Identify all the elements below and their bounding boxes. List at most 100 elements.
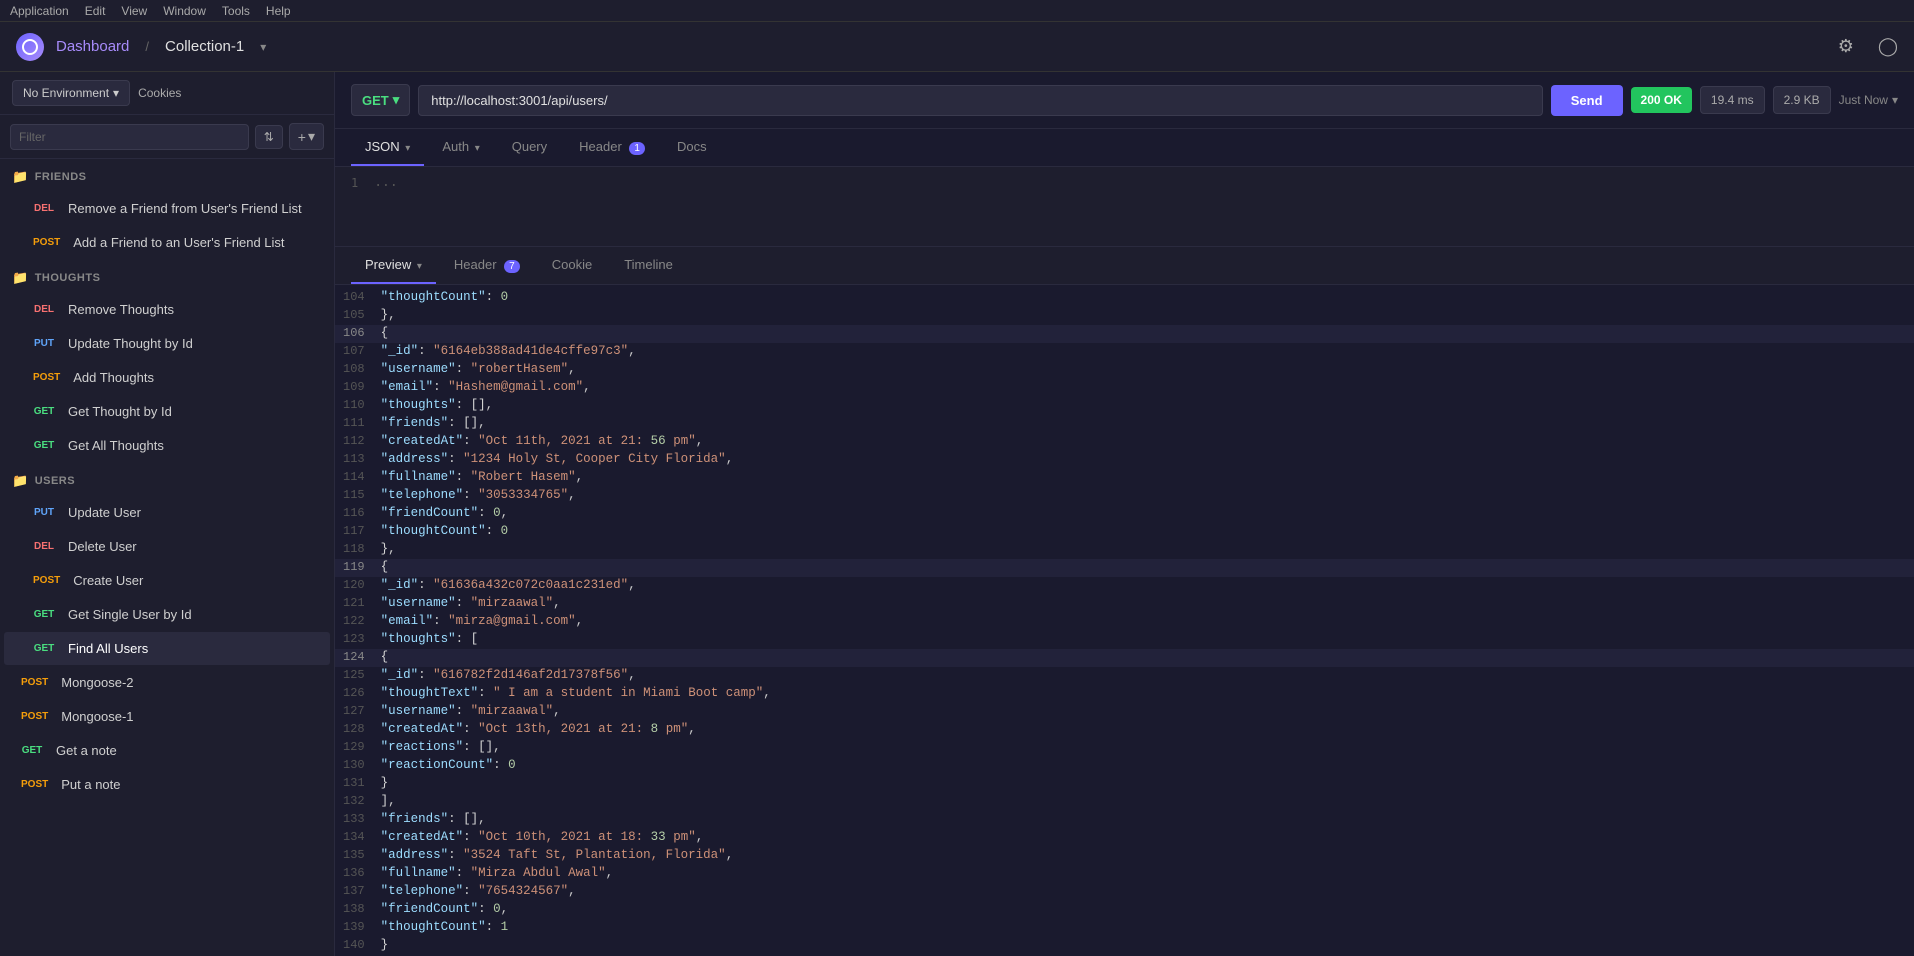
sidebar-item-get-single-user[interactable]: GET Get Single User by Id (4, 598, 330, 631)
code-content: "email": "Hashem@gmail.com", (381, 380, 591, 394)
sidebar-group-thoughts[interactable]: 📁 THOUGHTS (0, 260, 334, 292)
code-line: 137 "telephone": "7654324567", (335, 883, 1914, 901)
code-content: "createdAt": "Oct 13th, 2021 at 21: 8 pm… (381, 722, 696, 736)
tab-timeline[interactable]: Timeline (610, 247, 687, 284)
breadcrumb-dashboard[interactable]: Dashboard (56, 38, 129, 55)
sidebar-item-mongoose-1[interactable]: POST Mongoose-1 (4, 700, 330, 733)
tab-query[interactable]: Query (498, 129, 561, 166)
tab-header[interactable]: Header 1 (565, 129, 659, 166)
url-input[interactable] (418, 85, 1542, 116)
code-content: } (381, 938, 389, 952)
tab-preview[interactable]: Preview ▾ (351, 247, 436, 284)
code-content: { (381, 560, 389, 574)
sidebar-item-update-user[interactable]: PUT Update User (4, 496, 330, 529)
code-content: "friends": [], (381, 416, 486, 430)
method-badge-del: DEL (28, 302, 60, 317)
line-number: 127 (343, 704, 381, 718)
line-number: 129 (343, 740, 381, 754)
sidebar-item-get-thought-by-id[interactable]: GET Get Thought by Id (4, 395, 330, 428)
tab-docs[interactable]: Docs (663, 129, 721, 166)
sidebar-item-delete-user[interactable]: DEL Delete User (4, 530, 330, 563)
method-badge-get: GET (28, 438, 60, 453)
tab-auth[interactable]: Auth ▾ (428, 129, 493, 166)
sidebar-group-users[interactable]: 📁 USERS (0, 463, 334, 495)
code-content: "createdAt": "Oct 10th, 2021 at 18: 33 p… (381, 830, 704, 844)
line-number: 105 (343, 308, 381, 322)
code-content: "fullname": "Mirza Abdul Awal", (381, 866, 614, 880)
cookies-button[interactable]: Cookies (138, 86, 181, 100)
menu-tools[interactable]: Tools (222, 4, 250, 18)
app-logo-inner (22, 39, 38, 55)
code-content: "telephone": "7654324567", (381, 884, 576, 898)
settings-icon[interactable]: ⚙ (1838, 36, 1854, 57)
breadcrumb-separator: / (145, 39, 149, 54)
sidebar: No Environment ▾ Cookies ⇅ + ▾ 📁 FRIENDS (0, 72, 335, 956)
group-label-friends: FRIENDS (35, 171, 87, 183)
sidebar-item-put-note[interactable]: POST Put a note (4, 768, 330, 801)
code-line: 127 "username": "mirzaawal", (335, 703, 1914, 721)
sidebar-item-add-thoughts[interactable]: POST Add Thoughts (4, 361, 330, 394)
request-tabs-row: JSON ▾ Auth ▾ Query Header 1 Docs (335, 129, 1914, 167)
sidebar-item-create-user[interactable]: POST Create User (4, 564, 330, 597)
environment-select[interactable]: No Environment ▾ (12, 80, 130, 106)
group-label-users: USERS (35, 475, 75, 487)
code-content: "address": "1234 Holy St, Cooper City Fl… (381, 452, 734, 466)
menu-help[interactable]: Help (266, 4, 291, 18)
app-header: Dashboard / Collection-1 ▾ ⚙ ◯ (0, 22, 1914, 72)
send-button[interactable]: Send (1551, 85, 1623, 116)
sidebar-item-get-note[interactable]: GET Get a note (4, 734, 330, 767)
code-line: 130 "reactionCount": 0 (335, 757, 1914, 775)
code-line: 123 "thoughts": [ (335, 631, 1914, 649)
menu-application[interactable]: Application (10, 4, 69, 18)
response-tabs-row: Preview ▾ Header 7 Cookie Timeline (335, 247, 1914, 285)
user-icon[interactable]: ◯ (1878, 36, 1898, 57)
code-line: 128 "createdAt": "Oct 13th, 2021 at 21: … (335, 721, 1914, 739)
line-number: 1 (351, 176, 358, 190)
folder-icon: 📁 (12, 169, 29, 185)
code-content: }, (381, 308, 396, 322)
menu-view[interactable]: View (121, 4, 147, 18)
sidebar-item-label: Update Thought by Id (68, 336, 193, 351)
sidebar-item-find-all-users[interactable]: GET Find All Users (4, 632, 330, 665)
add-request-button[interactable]: + ▾ (289, 123, 324, 150)
sidebar-item-get-all-thoughts[interactable]: GET Get All Thoughts (4, 429, 330, 462)
menu-edit[interactable]: Edit (85, 4, 106, 18)
sidebar-item-remove-friend[interactable]: DEL Remove a Friend from User's Friend L… (4, 192, 330, 225)
sidebar-item-add-friend[interactable]: POST Add a Friend to an User's Friend Li… (4, 226, 330, 259)
sidebar-group-friends[interactable]: 📁 FRIENDS (0, 159, 334, 191)
tab-response-header[interactable]: Header 7 (440, 247, 534, 284)
main-layout: No Environment ▾ Cookies ⇅ + ▾ 📁 FRIENDS (0, 72, 1914, 956)
body-content: ... (374, 175, 397, 190)
method-badge-put: PUT (28, 505, 60, 520)
line-number: 139 (343, 920, 381, 934)
tab-json[interactable]: JSON ▾ (351, 129, 424, 166)
code-line: 110 "thoughts": [], (335, 397, 1914, 415)
code-content: "email": "mirza@gmail.com", (381, 614, 584, 628)
line-number: 111 (343, 416, 381, 430)
line-number: 108 (343, 362, 381, 376)
sidebar-toolbar: ⇅ + ▾ (0, 115, 334, 159)
code-line: 108 "username": "robertHasem", (335, 361, 1914, 379)
tab-cookie[interactable]: Cookie (538, 247, 606, 284)
sidebar-item-mongoose-2[interactable]: POST Mongoose-2 (4, 666, 330, 699)
code-content: "address": "3524 Taft St, Plantation, Fl… (381, 848, 734, 862)
sidebar-item-label: Get Thought by Id (68, 404, 172, 419)
size-badge: 2.9 KB (1773, 86, 1831, 114)
sidebar-item-update-thought[interactable]: PUT Update Thought by Id (4, 327, 330, 360)
line-number: 109 (343, 380, 381, 394)
breadcrumb-collection[interactable]: Collection-1 (165, 38, 244, 55)
code-content: "thoughts": [], (381, 398, 494, 412)
sort-button[interactable]: ⇅ (255, 125, 283, 149)
line-number: 115 (343, 488, 381, 502)
filter-input[interactable] (10, 124, 249, 150)
code-line: 139 "thoughtCount": 1 (335, 919, 1914, 937)
code-content: "friendCount": 0, (381, 902, 509, 916)
method-selector[interactable]: GET ▾ (351, 84, 410, 116)
sidebar-item-remove-thoughts[interactable]: DEL Remove Thoughts (4, 293, 330, 326)
method-label: GET (362, 93, 389, 108)
sidebar-item-label: Remove a Friend from User's Friend List (68, 201, 302, 216)
menu-window[interactable]: Window (163, 4, 206, 18)
sidebar-item-label: Update User (68, 505, 141, 520)
chevron-down-icon[interactable]: ▾ (260, 40, 266, 54)
line-number: 112 (343, 434, 381, 448)
